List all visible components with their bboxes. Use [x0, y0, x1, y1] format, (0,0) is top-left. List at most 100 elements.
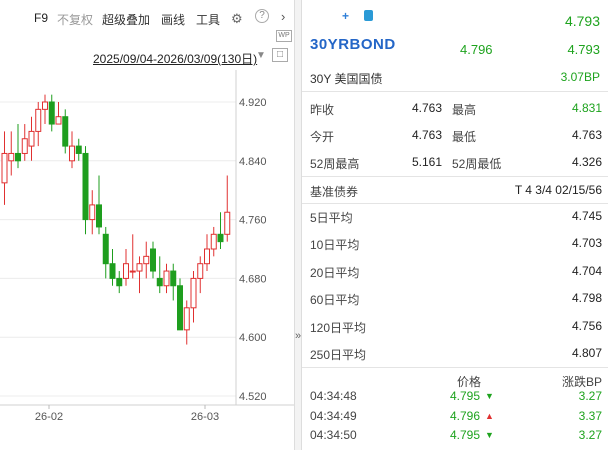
candle[interactable]: [224, 175, 231, 242]
range-dropdown-icon[interactable]: ▼: [256, 50, 266, 61]
trade-row[interactable]: 04:34:50 4.795 ▼ 3.27: [302, 428, 608, 446]
candle[interactable]: [1, 131, 8, 205]
panel-divider[interactable]: [294, 0, 302, 450]
ma-label: 60日平均: [310, 293, 360, 308]
instrument-name: 30Y 美国国债: [310, 72, 383, 86]
trade-row[interactable]: 04:34:49 4.796 ▲ 3.37: [302, 409, 608, 427]
candle[interactable]: [177, 278, 183, 331]
candle[interactable]: [89, 190, 96, 235]
trades-price-header: 价格: [457, 375, 482, 389]
high-label: 最高: [452, 103, 477, 117]
chevron-right-icon[interactable]: ›: [281, 9, 285, 24]
wk52-low-label: 52周最低: [452, 157, 502, 171]
overlay-button[interactable]: 超级叠加: [102, 11, 150, 28]
candle[interactable]: [217, 212, 224, 249]
ma-label: 20日平均: [310, 265, 360, 280]
candle[interactable]: [163, 263, 170, 294]
candle[interactable]: [109, 249, 116, 286]
ma-value: 4.798: [571, 291, 602, 306]
arrow-down-icon: ▼: [485, 391, 494, 401]
no-rights-adjust-button[interactable]: 不复权: [57, 11, 93, 28]
y-tick-label: 4.600: [239, 332, 267, 344]
candle[interactable]: [35, 102, 42, 147]
candle[interactable]: [210, 226, 217, 257]
candle-body: [82, 152, 89, 221]
symbol-code: 30YRBOND: [310, 36, 396, 53]
candle[interactable]: [96, 175, 102, 235]
candle[interactable]: [82, 146, 89, 235]
candle[interactable]: [156, 256, 163, 294]
draw-line-button[interactable]: 画线: [161, 11, 185, 28]
tools-button[interactable]: 工具: [196, 11, 220, 28]
trades-change-header: 涨跌BP: [561, 375, 602, 389]
double-chevron-icon[interactable]: »: [295, 330, 301, 342]
candle[interactable]: [170, 263, 177, 301]
candle[interactable]: [75, 138, 82, 161]
candle-body: [15, 152, 21, 162]
candle-body: [210, 233, 217, 250]
candle[interactable]: [69, 131, 75, 169]
candle[interactable]: [15, 124, 21, 169]
candle[interactable]: [197, 256, 204, 294]
plus-icon[interactable]: +: [342, 9, 349, 23]
candle-body: [183, 307, 190, 331]
candle[interactable]: [102, 226, 109, 279]
candle[interactable]: [150, 241, 156, 279]
y-tick-label: 4.840: [239, 156, 267, 168]
expand-icon[interactable]: □: [272, 48, 288, 62]
alert-icon[interactable]: [364, 10, 373, 21]
candle-body: [55, 116, 62, 125]
candle[interactable]: [143, 241, 150, 279]
candle-body: [62, 116, 69, 147]
benchmark-value: T 4 3/4 02/15/56: [514, 183, 602, 197]
wp-badge[interactable]: WP: [276, 30, 292, 42]
trade-row[interactable]: 04:34:48 4.795 ▼ 3.27: [302, 389, 608, 407]
candle[interactable]: [42, 94, 48, 125]
candle-body: [1, 152, 8, 184]
candle[interactable]: [21, 124, 28, 161]
candle[interactable]: [123, 249, 129, 286]
prev-close-label: 昨收: [310, 103, 335, 117]
y-tick-label: 4.920: [239, 97, 267, 109]
change-bp: 3.07BP: [560, 70, 600, 84]
ma-label: 5日平均: [310, 211, 353, 225]
candle[interactable]: [55, 102, 62, 125]
ma-value: 4.704: [571, 263, 602, 278]
candle[interactable]: [116, 271, 123, 294]
wk52-high-label: 52周最高: [310, 157, 360, 171]
x-tick-label: 26-02: [35, 411, 63, 423]
wk52-low-value: 4.326: [571, 155, 602, 169]
candle-body: [42, 101, 48, 110]
ma-label: 250日平均: [310, 348, 367, 362]
open-label: 今开: [310, 130, 335, 144]
quote-top-bar: + 4.793: [302, 0, 608, 34]
ma-label: 120日平均: [310, 320, 367, 335]
trade-price: 4.795: [450, 428, 481, 442]
candle-body: [28, 130, 35, 147]
candle[interactable]: [129, 234, 136, 279]
candle[interactable]: [190, 271, 197, 323]
candle-body: [8, 152, 15, 162]
gear-icon[interactable]: ⚙: [231, 11, 243, 27]
candle[interactable]: [62, 109, 69, 154]
f9-button[interactable]: F9: [34, 11, 48, 25]
last-price: 4.793: [564, 13, 600, 29]
low-label: 最低: [452, 130, 477, 144]
candle[interactable]: [183, 300, 190, 345]
candle[interactable]: [136, 256, 143, 294]
help-icon[interactable]: ?: [255, 9, 269, 23]
candle-body: [96, 204, 102, 228]
candle[interactable]: [28, 116, 35, 161]
candle[interactable]: [8, 131, 15, 176]
candle[interactable]: [48, 94, 55, 132]
ask-price: 4.793: [567, 42, 600, 57]
divider-line: [302, 367, 608, 368]
x-tick-label: 26-03: [191, 411, 219, 423]
ma-value: 4.703: [571, 236, 602, 251]
date-range-link[interactable]: 2025/09/04-2026/03/09(130日): [93, 50, 257, 67]
divider-line: [302, 203, 608, 204]
trade-change: 3.27: [578, 428, 602, 442]
candle[interactable]: [204, 234, 210, 272]
chart-panel: F9 不复权 超级叠加 画线 工具 ⚙ ? › WP 2025/09/04-20…: [0, 0, 296, 450]
candlestick-chart[interactable]: 4.920 4.840 4.760 4.680 4.600 4.520 26-02 26-0…: [0, 70, 294, 430]
